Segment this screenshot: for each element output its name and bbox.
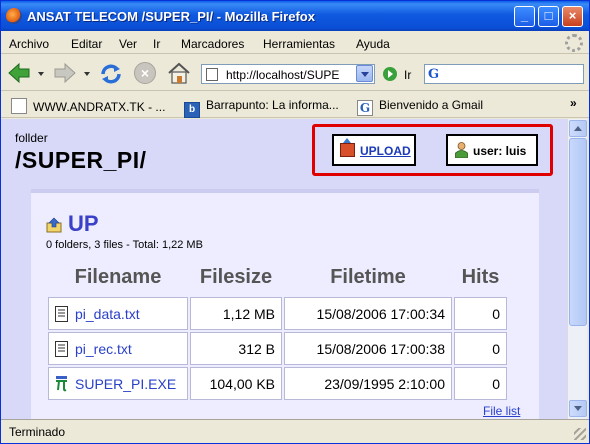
hits-cell: 0: [454, 297, 507, 330]
address-bar[interactable]: http://localhost/SUPE: [201, 64, 375, 84]
upload-button[interactable]: UPLOAD: [332, 134, 416, 166]
column-header-filetime[interactable]: Filetime: [284, 263, 452, 295]
resize-grip-icon[interactable]: [574, 428, 586, 440]
user-button[interactable]: user: luis: [446, 134, 538, 166]
close-button[interactable]: ×: [562, 6, 583, 27]
file-link[interactable]: SUPER_PI.EXE: [75, 376, 176, 392]
filename-cell: SUPER_PI.EXE: [48, 367, 188, 400]
browser-window: ANSAT TELECOM /SUPER_PI/ - Mozilla Firef…: [0, 0, 590, 444]
bookmark-andratx[interactable]: WWW.ANDRATX.TK - ...: [11, 98, 165, 114]
upload-icon: [340, 138, 355, 157]
status-bar: Terminado: [1, 419, 589, 443]
minimize-button[interactable]: _: [514, 6, 535, 27]
filename-cell: pi_rec.txt: [48, 332, 188, 365]
table-row: pi_rec.txt 312 B 15/08/2006 17:00:38 0: [48, 332, 507, 365]
upload-label: UPLOAD: [360, 144, 411, 158]
hits-cell: 0: [454, 332, 507, 365]
table-header-row: Filename Filesize Filetime Hits: [48, 263, 507, 295]
reload-icon[interactable]: [98, 61, 124, 87]
menu-herramientas[interactable]: Herramientas: [263, 37, 335, 51]
folder-summary: 0 folders, 3 files - Total: 1,22 MB: [46, 239, 203, 251]
throbber-icon: [565, 34, 583, 52]
maximize-button[interactable]: □: [538, 6, 559, 27]
go-icon[interactable]: [383, 67, 397, 81]
menu-marcadores[interactable]: Marcadores: [181, 37, 244, 51]
bookmark-label: Barrapunto: La informa...: [206, 98, 339, 112]
bookmark-label: WWW.ANDRATX.TK - ...: [33, 100, 166, 114]
bookmarks-toolbar: WWW.ANDRATX.TK - ... b Barrapunto: La inf…: [1, 92, 589, 118]
bookmark-label: Bienvenido a Gmail: [379, 98, 484, 112]
table-row: SUPER_PI.EXE 104,00 KB 23/09/1995 2:10:0…: [48, 367, 507, 400]
table-row: pi_data.txt 1,12 MB 15/08/2006 17:00:34 …: [48, 297, 507, 330]
menu-ver[interactable]: Ver: [119, 37, 137, 51]
menu-ir[interactable]: Ir: [153, 37, 160, 51]
search-box[interactable]: G: [424, 64, 584, 84]
scroll-up-button[interactable]: [569, 120, 587, 137]
filesize-cell: 1,12 MB: [190, 297, 282, 330]
menu-ayuda[interactable]: Ayuda: [356, 37, 390, 51]
page-icon: [11, 98, 27, 114]
folder-label: follder: [15, 131, 48, 145]
menu-archivo[interactable]: Archivo: [9, 37, 49, 51]
bookmark-gmail[interactable]: G Bienvenido a Gmail: [357, 98, 483, 116]
file-panel: UP 0 folders, 3 files - Total: 1,22 MB F…: [31, 189, 539, 419]
filesize-cell: 312 B: [190, 332, 282, 365]
vertical-scrollbar[interactable]: [567, 119, 587, 419]
filename-cell: pi_data.txt: [48, 297, 188, 330]
firefox-icon: [6, 8, 22, 24]
title-bar[interactable]: ANSAT TELECOM /SUPER_PI/ - Mozilla Firef…: [1, 1, 589, 31]
stop-icon[interactable]: ×: [134, 62, 156, 84]
navigation-toolbar: × http://localhost/SUPE G: [1, 55, 589, 91]
column-header-hits[interactable]: Hits: [454, 263, 507, 295]
bookmark-barrapunto[interactable]: b Barrapunto: La informa...: [184, 98, 339, 118]
folder-title: /SUPER_PI/: [15, 147, 147, 173]
bookmarks-overflow-chevron-icon[interactable]: »: [570, 96, 577, 110]
exe-pi-icon: [56, 375, 67, 391]
scroll-down-button[interactable]: [569, 400, 587, 417]
file-link[interactable]: pi_data.txt: [75, 306, 140, 322]
address-input[interactable]: http://localhost/SUPE: [226, 68, 352, 82]
text-file-icon: [55, 305, 68, 322]
filetime-cell: 23/09/1995 2:10:00: [284, 367, 452, 400]
google-icon: G: [357, 100, 373, 116]
scroll-thumb[interactable]: [569, 138, 587, 326]
file-table: Filename Filesize Filetime Hits pi_data.…: [46, 261, 509, 402]
google-search-icon[interactable]: G: [428, 67, 439, 82]
back-dropdown-icon[interactable]: [38, 72, 44, 76]
menu-editar[interactable]: Editar: [71, 37, 102, 51]
home-icon[interactable]: [166, 60, 192, 86]
page-content: follder /SUPER_PI/ UPLOAD user: luis UP …: [1, 119, 567, 419]
window-title: ANSAT TELECOM /SUPER_PI/ - Mozilla Firef…: [27, 9, 315, 24]
text-file-icon: [55, 340, 68, 357]
filetime-cell: 15/08/2006 17:00:34: [284, 297, 452, 330]
page-favicon-icon: [206, 68, 218, 81]
column-header-filesize[interactable]: Filesize: [190, 263, 282, 295]
status-text: Terminado: [9, 425, 66, 439]
go-button-label[interactable]: Ir: [404, 68, 411, 82]
forward-dropdown-icon[interactable]: [84, 72, 90, 76]
forward-arrow-icon[interactable]: [53, 62, 77, 84]
up-link[interactable]: UP: [68, 211, 99, 237]
barrapunto-icon: b: [184, 102, 200, 118]
address-dropdown-button[interactable]: [356, 65, 373, 82]
user-icon: [455, 142, 468, 158]
file-link[interactable]: pi_rec.txt: [75, 341, 132, 357]
filetime-cell: 15/08/2006 17:00:38: [284, 332, 452, 365]
hits-cell: 0: [454, 367, 507, 400]
user-label: user: luis: [473, 144, 527, 158]
filesize-cell: 104,00 KB: [190, 367, 282, 400]
menu-bar: Archivo Editar Ver Ir Marcadores Herrami…: [1, 32, 589, 54]
file-list-link[interactable]: File list: [483, 404, 520, 418]
folder-up-icon[interactable]: [46, 217, 62, 233]
back-arrow-icon[interactable]: [7, 62, 31, 84]
column-header-filename[interactable]: Filename: [48, 263, 188, 295]
